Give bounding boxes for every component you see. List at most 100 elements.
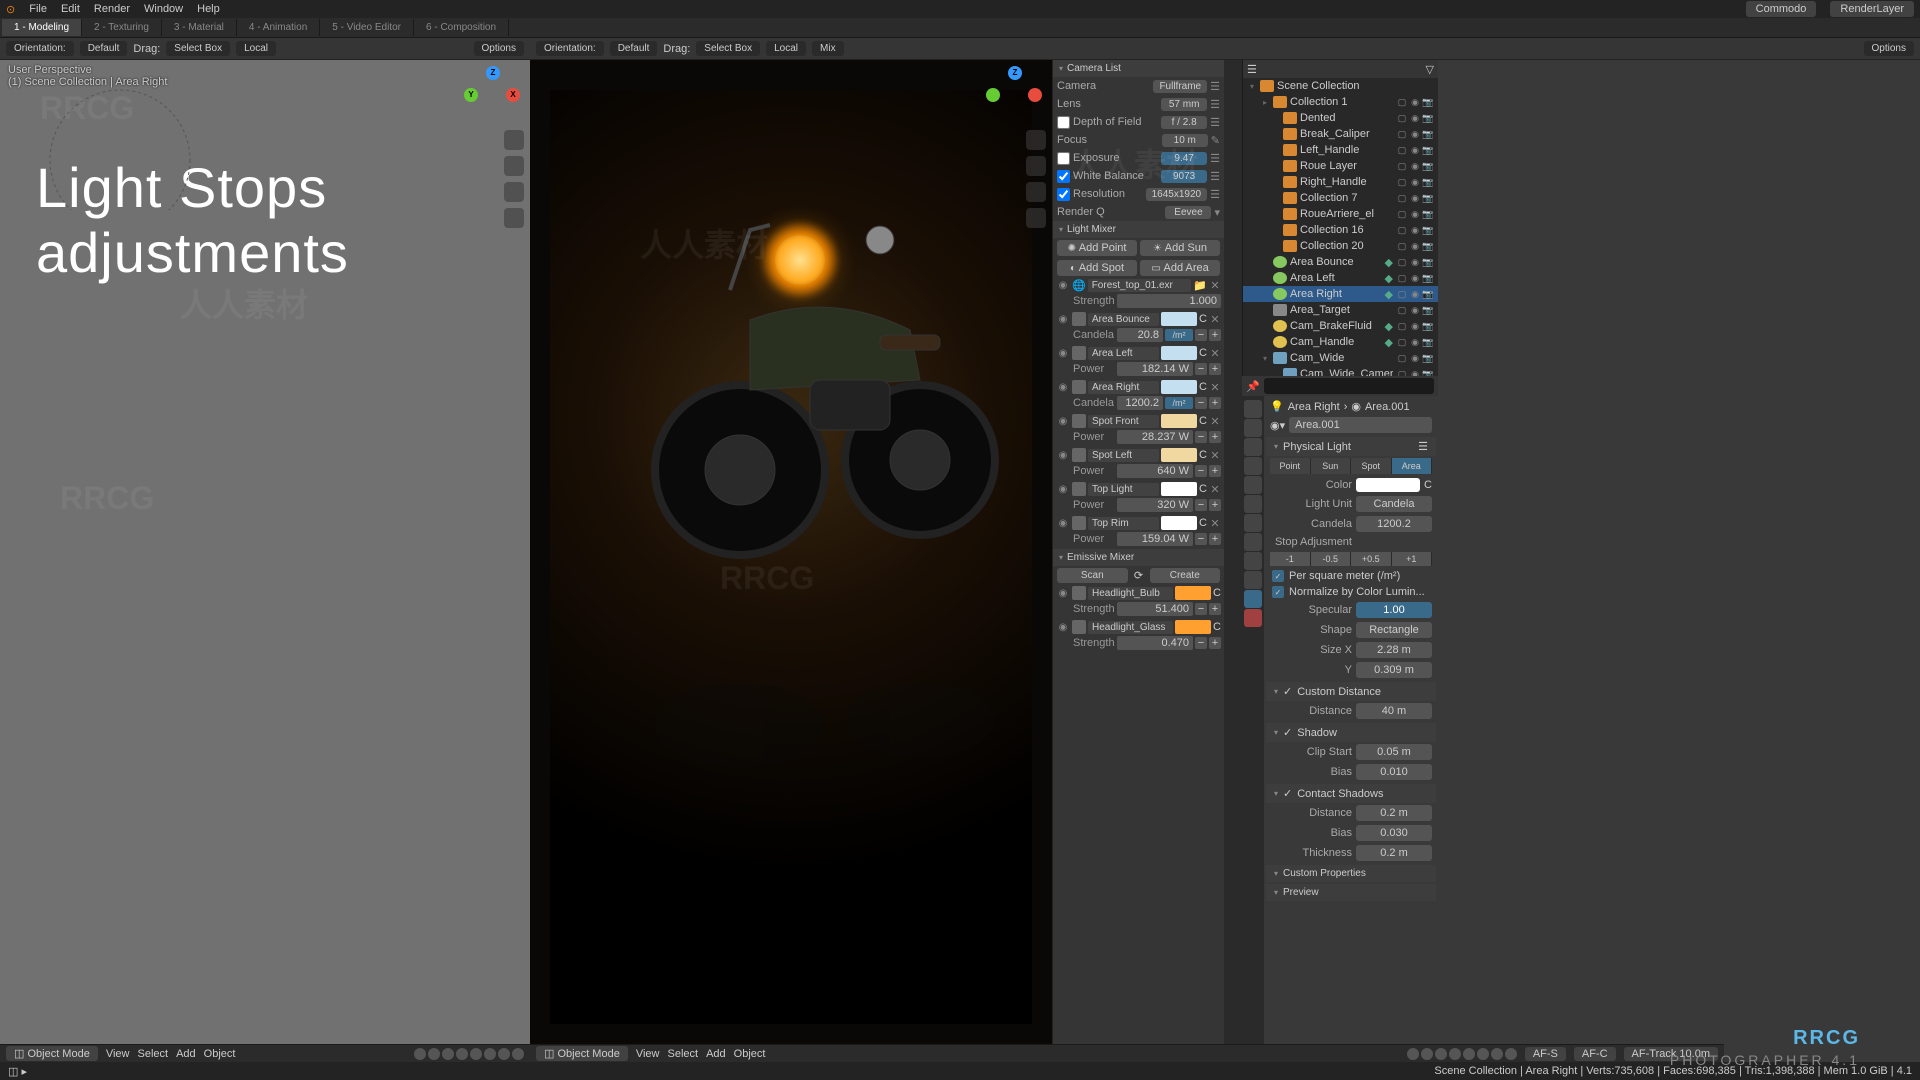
light-remove[interactable]: ✕ <box>1209 415 1221 428</box>
minus-btn[interactable]: − <box>1195 533 1207 545</box>
panel-camera-list[interactable]: Camera List <box>1053 60 1224 77</box>
light-eye[interactable]: ◉ <box>1056 348 1070 359</box>
drag-dropdown[interactable]: Select Box <box>166 41 230 56</box>
restrict-select[interactable]: ▢ <box>1396 209 1408 220</box>
ptab-object[interactable] <box>1244 495 1262 513</box>
light-remove[interactable]: ✕ <box>1209 449 1221 462</box>
light-name[interactable]: Area Bounce <box>1088 313 1159 326</box>
ptab-material[interactable] <box>1244 609 1262 627</box>
item-name[interactable]: Cam_Wide <box>1290 352 1393 364</box>
light-eye[interactable]: ◉ <box>1056 314 1070 325</box>
ptab-view[interactable] <box>1244 438 1262 456</box>
outliner-row[interactable]: ▾Cam_Wide▢◉📷 <box>1243 350 1438 366</box>
footer-add-2[interactable]: Add <box>706 1048 726 1060</box>
workspace-tab[interactable]: 5 - Video Editor <box>320 19 414 36</box>
hglass-color[interactable] <box>1175 620 1211 634</box>
menu-window[interactable]: Window <box>144 3 183 15</box>
light-color[interactable] <box>1161 380 1197 394</box>
ptab-world[interactable] <box>1244 476 1262 494</box>
restrict-render[interactable]: 📷 <box>1422 337 1434 348</box>
outliner-row[interactable]: Collection 7▢◉📷 <box>1243 190 1438 206</box>
lightunit-val[interactable]: Candela <box>1356 496 1432 512</box>
light-name[interactable]: Top Rim <box>1088 517 1159 530</box>
restrict-render[interactable]: 📷 <box>1422 97 1434 108</box>
plus-btn[interactable]: + <box>1209 465 1221 477</box>
outliner-row[interactable]: Area Right◆▢◉📷 <box>1243 286 1438 302</box>
ptab-constraint[interactable] <box>1244 571 1262 589</box>
sizey-val[interactable]: 0.309 m <box>1356 662 1432 678</box>
menu-help[interactable]: Help <box>197 3 220 15</box>
shape-val[interactable]: Rectangle <box>1356 622 1432 638</box>
restrict-render[interactable]: 📷 <box>1422 209 1434 220</box>
restrict-select[interactable]: ▢ <box>1396 193 1408 204</box>
outliner-row[interactable]: Dented▢◉📷 <box>1243 110 1438 126</box>
restrict-viewport[interactable]: ◉ <box>1409 241 1421 252</box>
renderlayer-dropdown[interactable]: RenderLayer <box>1830 1 1914 17</box>
mix-dropdown[interactable]: Mix <box>812 41 844 56</box>
plus-btn[interactable]: + <box>1209 397 1221 409</box>
outliner-row[interactable]: Area Left◆▢◉📷 <box>1243 270 1438 286</box>
cs-dist-val[interactable]: 0.2 m <box>1356 805 1432 821</box>
cs-check[interactable]: ✓ <box>1283 787 1292 800</box>
restrict-viewport[interactable]: ◉ <box>1409 177 1421 188</box>
af-c[interactable]: AF-C <box>1574 1047 1616 1061</box>
plus-btn[interactable]: + <box>1209 363 1221 375</box>
customdist-check[interactable]: ✓ <box>1283 685 1292 698</box>
restrict-render[interactable]: 📷 <box>1422 241 1434 252</box>
item-name[interactable]: Right_Handle <box>1300 176 1393 188</box>
restrict-render[interactable]: 📷 <box>1422 113 1434 124</box>
menu-render[interactable]: Render <box>94 3 130 15</box>
outliner-row[interactable]: Collection 20▢◉📷 <box>1243 238 1438 254</box>
light-name[interactable]: Area Right <box>1088 381 1159 394</box>
restrict-viewport[interactable]: ◉ <box>1409 305 1421 316</box>
props-pin-icon[interactable]: 📌 <box>1246 380 1260 393</box>
ptab-modifier[interactable] <box>1244 514 1262 532</box>
item-name[interactable]: Collection 16 <box>1300 224 1393 236</box>
c-btn[interactable]: C <box>1199 415 1207 427</box>
item-name[interactable]: Left_Handle <box>1300 144 1393 156</box>
exp-check[interactable] <box>1057 152 1070 165</box>
restrict-select[interactable]: ▢ <box>1396 321 1408 332</box>
plus-btn[interactable]: + <box>1209 499 1221 511</box>
persp-icon-2[interactable] <box>1026 208 1046 228</box>
ptab-data[interactable] <box>1244 590 1262 608</box>
outliner-row[interactable]: Cam_Wide_Camera▢◉📷 <box>1243 366 1438 376</box>
persqm-check[interactable]: ✓ <box>1272 570 1284 582</box>
sec-custom-props[interactable]: Custom Properties <box>1266 865 1436 882</box>
restrict-viewport[interactable]: ◉ <box>1409 113 1421 124</box>
restrict-select[interactable]: ▢ <box>1396 337 1408 348</box>
nav-gizmo-2[interactable]: Z <box>986 66 1042 122</box>
restrict-render[interactable]: 📷 <box>1422 289 1434 300</box>
env-strength-val[interactable]: 1.000 <box>1117 294 1221 308</box>
restrict-render[interactable]: 📷 <box>1422 369 1434 377</box>
specular-val[interactable]: 1.00 <box>1356 602 1432 618</box>
ptab-render[interactable] <box>1244 400 1262 418</box>
light-remove[interactable]: ✕ <box>1209 313 1221 326</box>
workspace-tab[interactable]: 2 - Texturing <box>82 19 162 36</box>
restrict-select[interactable]: ▢ <box>1396 129 1408 140</box>
restrict-select[interactable]: ▢ <box>1396 369 1408 377</box>
restrict-select[interactable]: ▢ <box>1396 289 1408 300</box>
sec-custom-distance[interactable]: ✓Custom Distance <box>1266 682 1436 701</box>
minus-btn[interactable]: − <box>1195 397 1207 409</box>
plus-btn[interactable]: + <box>1209 431 1221 443</box>
options-dropdown-2[interactable]: Options <box>1864 41 1914 56</box>
distance-val[interactable]: 40 m <box>1356 703 1432 719</box>
restrict-viewport[interactable]: ◉ <box>1409 321 1421 332</box>
cs-thick-val[interactable]: 0.2 m <box>1356 845 1432 861</box>
lens-val[interactable]: 57 mm <box>1161 98 1207 111</box>
transform-local[interactable]: Local <box>236 41 276 56</box>
restrict-select[interactable]: ▢ <box>1396 113 1408 124</box>
item-name[interactable]: Cam_Wide_Camera <box>1300 368 1393 376</box>
restrict-render[interactable]: 📷 <box>1422 225 1434 236</box>
search-input[interactable] <box>1264 378 1434 394</box>
scene-collection[interactable]: Scene Collection <box>1277 80 1434 92</box>
c-btn[interactable]: C <box>1199 381 1207 393</box>
restrict-render[interactable]: 📷 <box>1422 177 1434 188</box>
viewport-rendered[interactable]: Z <box>530 60 1052 1044</box>
light-prop-val[interactable]: 159.04 W <box>1117 532 1193 546</box>
wb-val[interactable]: 9073 <box>1161 170 1207 183</box>
light-eye[interactable]: ◉ <box>1056 518 1070 529</box>
item-name[interactable]: Area_Target <box>1290 304 1393 316</box>
mode-dropdown[interactable]: ◫ Object Mode <box>6 1046 98 1061</box>
